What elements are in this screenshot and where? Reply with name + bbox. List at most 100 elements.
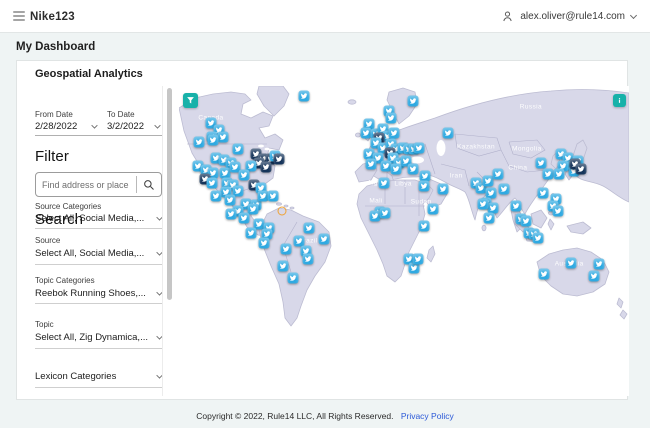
map-marker-twitter[interactable] (303, 222, 315, 234)
topic-categories-select[interactable]: Reebok Running Shoes,... (35, 288, 163, 299)
twitter-bird-icon (489, 205, 497, 211)
map-marker-twitter[interactable] (260, 161, 272, 173)
map-marker-twitter[interactable] (412, 253, 424, 265)
search-button[interactable] (137, 173, 161, 196)
map-marker-twitter[interactable] (280, 243, 292, 255)
map-marker-twitter[interactable] (224, 194, 236, 206)
map-marker-twitter[interactable] (510, 200, 522, 212)
twitter-bird-icon (289, 275, 297, 281)
hamburger-menu-icon[interactable] (13, 11, 25, 22)
map-marker-twitter[interactable] (365, 158, 377, 170)
map-marker-twitter[interactable] (588, 270, 600, 282)
twitter-bird-icon (539, 190, 547, 196)
map-marker-twitter[interactable] (277, 260, 289, 272)
twitter-bird-icon (263, 231, 271, 237)
twitter-bird-icon (219, 134, 227, 140)
geospatial-analytics-panel: Geospatial Analytics Filter From Date 2/… (16, 60, 629, 400)
map-marker-twitter[interactable] (258, 237, 270, 249)
divider (35, 135, 162, 136)
to-date-select[interactable]: 3/2/2022 (107, 121, 161, 132)
map-marker-twitter[interactable] (535, 157, 547, 169)
twitter-bird-icon (234, 146, 242, 152)
twitter-bird-icon (540, 271, 548, 277)
map-marker-twitter[interactable] (245, 227, 257, 239)
world-map-svg (179, 86, 629, 327)
map-marker-twitter[interactable] (483, 212, 495, 224)
map-marker-twitter[interactable] (538, 268, 550, 280)
map-marker-twitter[interactable] (442, 127, 454, 139)
topic-categories-label: Topic Categories (35, 276, 95, 285)
map-marker-twitter[interactable] (378, 177, 390, 189)
twitter-bird-icon (429, 206, 437, 212)
map-marker-twitter[interactable] (390, 163, 402, 175)
map-marker-twitter[interactable] (206, 177, 218, 189)
lexicon-categories-select[interactable]: Lexicon Categories (35, 371, 163, 382)
map-marker-twitter[interactable] (407, 163, 419, 175)
map-marker-twitter[interactable] (238, 212, 250, 224)
map-marker-twitter[interactable] (575, 163, 587, 175)
map-marker-twitter[interactable] (298, 90, 310, 102)
map-marker-twitter[interactable] (553, 168, 565, 180)
map-marker-twitter[interactable] (210, 190, 222, 202)
map-marker-twitter[interactable] (207, 134, 219, 146)
user-account-menu[interactable]: alex.oliver@rule14.com (501, 0, 638, 33)
map-marker-twitter[interactable] (388, 127, 400, 139)
to-date-value: 3/2/2022 (107, 121, 144, 132)
map-marker-twitter[interactable] (232, 143, 244, 155)
map-marker-twitter[interactable] (273, 153, 285, 165)
source-select[interactable]: Select All, Social Media,... (35, 248, 163, 259)
map-info-button[interactable] (613, 94, 626, 107)
map-marker-twitter[interactable] (379, 207, 391, 219)
map-marker-twitter[interactable] (532, 232, 544, 244)
map-marker-twitter[interactable] (552, 205, 564, 217)
twitter-bird-icon (300, 93, 308, 99)
twitter-bird-icon (487, 190, 495, 196)
twitter-bird-icon (494, 171, 502, 177)
map-marker-twitter[interactable] (565, 257, 577, 269)
source-categories-label: Source Categories (35, 202, 102, 211)
twitter-bird-icon (500, 186, 508, 192)
map-marker-twitter[interactable] (217, 131, 229, 143)
topic-select[interactable]: Select All, Zig Dynamica,... (35, 332, 163, 343)
privacy-policy-link[interactable]: Privacy Policy (401, 411, 454, 421)
twitter-bird-icon (382, 163, 390, 169)
twitter-bird-icon (362, 130, 370, 136)
twitter-bird-icon (259, 193, 267, 199)
map-marker-twitter[interactable] (287, 272, 299, 284)
map-marker-twitter[interactable] (238, 169, 250, 181)
twitter-bird-icon (320, 236, 328, 242)
map-marker-twitter[interactable] (407, 95, 419, 107)
twitter-bird-icon (195, 139, 203, 145)
map-marker-twitter[interactable] (267, 190, 279, 202)
map-marker-twitter[interactable] (193, 136, 205, 148)
map-marker-twitter[interactable] (427, 203, 439, 215)
map-marker-twitter[interactable] (520, 215, 532, 227)
map-marker-twitter[interactable] (418, 180, 430, 192)
map-marker-twitter[interactable] (437, 183, 449, 195)
source-categories-select[interactable]: Select All, Social Media,... (35, 213, 163, 224)
search-input[interactable] (36, 173, 136, 196)
from-date-value: 2/28/2022 (35, 121, 78, 132)
map-marker-twitter[interactable] (302, 253, 314, 265)
map-marker-twitter[interactable] (418, 220, 430, 232)
copyright-text: Copyright © 2022, Rule14 LLC, All Rights… (196, 411, 394, 421)
map-marker-twitter[interactable] (385, 112, 397, 124)
map-marker-twitter[interactable] (537, 187, 549, 199)
world-map[interactable]: CanadaRussiaKazakhstanMongoliaChinaIranA… (179, 86, 629, 396)
map-marker-twitter[interactable] (477, 198, 489, 210)
map-marker-twitter[interactable] (413, 142, 425, 154)
map-marker-twitter[interactable] (542, 168, 554, 180)
map-marker-twitter[interactable] (225, 208, 237, 220)
twitter-bird-icon (485, 215, 493, 221)
map-marker-twitter[interactable] (318, 233, 330, 245)
map-marker-twitter[interactable] (498, 183, 510, 195)
twitter-bird-icon (414, 256, 422, 262)
to-date-label: To Date (107, 110, 135, 119)
map-filter-button[interactable] (183, 93, 198, 108)
from-date-select[interactable]: 2/28/2022 (35, 121, 98, 132)
page-title: My Dashboard (16, 41, 96, 53)
map-marker-twitter[interactable] (492, 168, 504, 180)
map-marker-twitter[interactable] (593, 258, 605, 270)
map-marker-twitter[interactable] (247, 203, 259, 215)
sidebar-scrollbar-thumb[interactable] (167, 88, 172, 300)
